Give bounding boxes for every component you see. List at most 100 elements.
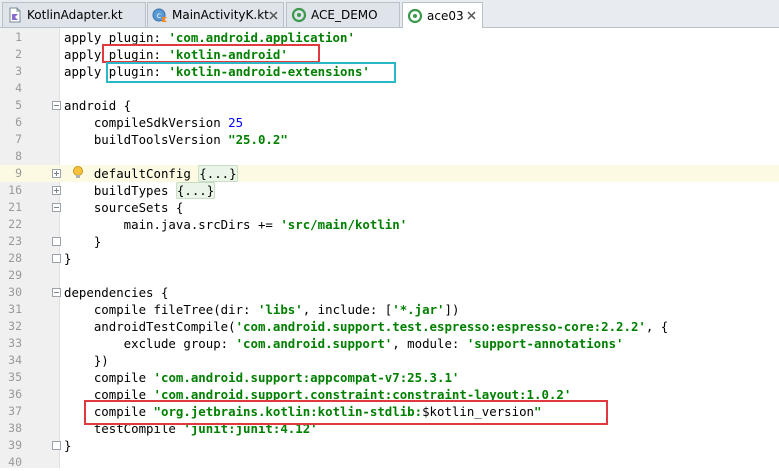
line-number: 33 bbox=[8, 336, 22, 350]
code-text: android { bbox=[64, 97, 131, 114]
code-token: ]) bbox=[444, 302, 460, 317]
code-line[interactable]: 21 sourceSets { bbox=[0, 199, 779, 216]
line-number: 4 bbox=[15, 81, 22, 95]
highlight-box-kotlin-android-extensions bbox=[106, 62, 396, 83]
highlight-box-kotlin-android bbox=[102, 44, 320, 63]
line-number: 37 bbox=[8, 404, 22, 418]
code-line[interactable]: 34 }) bbox=[0, 352, 779, 369]
line-number: 32 bbox=[8, 319, 22, 333]
code-token: exclude group: bbox=[64, 336, 236, 351]
code-line[interactable]: 16 buildTypes {...} bbox=[0, 182, 779, 199]
line-number: 31 bbox=[8, 302, 22, 316]
code-token: } bbox=[64, 438, 72, 453]
code-text: } bbox=[64, 250, 71, 267]
tab-ace-demo[interactable]: ACE_DEMO bbox=[286, 2, 400, 27]
code-line[interactable]: 39} bbox=[0, 437, 779, 454]
kotlin-file-icon bbox=[9, 7, 21, 23]
code-token: defaultConfig bbox=[64, 166, 199, 181]
tab-label: MainActivityK.kt bbox=[172, 8, 269, 22]
code-line[interactable]: 6 compileSdkVersion 25 bbox=[0, 114, 779, 131]
android-module-icon bbox=[291, 7, 307, 23]
code-text: buildTypes {...} bbox=[64, 182, 216, 199]
code-token: } bbox=[64, 234, 102, 249]
code-token: '*.jar' bbox=[392, 302, 445, 317]
code-text: dependencies { bbox=[64, 284, 168, 301]
highlight-box-kotlin-stdlib bbox=[84, 400, 608, 425]
line-number: 22 bbox=[8, 217, 22, 231]
code-token: 'com.android.support' bbox=[235, 336, 393, 351]
line-number: 21 bbox=[8, 200, 22, 214]
line-number: 23 bbox=[8, 234, 22, 248]
tab-ace03[interactable]: ace03 bbox=[402, 2, 483, 28]
svg-text:c: c bbox=[157, 11, 161, 20]
collapse-fold-icon[interactable] bbox=[52, 237, 61, 246]
tab-label: ACE_DEMO bbox=[311, 8, 378, 22]
code-line[interactable]: 22 main.java.srcDirs += 'src/main/kotlin… bbox=[0, 216, 779, 233]
code-line[interactable]: 29 bbox=[0, 267, 779, 284]
code-token: {...} bbox=[175, 182, 216, 199]
code-text: compile fileTree(dir: 'libs', include: [… bbox=[64, 301, 460, 318]
code-line[interactable]: 31 compile fileTree(dir: 'libs', include… bbox=[0, 301, 779, 318]
code-token: }) bbox=[64, 353, 109, 368]
kotlin-class-icon: c bbox=[152, 8, 167, 22]
code-token: dependencies { bbox=[64, 285, 169, 300]
code-text: androidTestCompile('com.android.support.… bbox=[64, 318, 668, 335]
tab-label: KotlinAdapter.kt bbox=[27, 8, 123, 22]
code-token: 'com.android.application' bbox=[168, 30, 355, 45]
expand-fold-icon[interactable] bbox=[52, 169, 61, 178]
code-token: , include: [ bbox=[302, 302, 393, 317]
code-token: } bbox=[64, 251, 72, 266]
code-line[interactable]: 9 defaultConfig {...} bbox=[0, 165, 779, 182]
line-number: 28 bbox=[8, 251, 22, 265]
collapse-fold-icon[interactable] bbox=[52, 441, 61, 450]
code-text: compile 'com.android.support:appcompat-v… bbox=[64, 369, 460, 386]
code-token: androidTestCompile( bbox=[64, 319, 236, 334]
line-number: 29 bbox=[8, 268, 22, 282]
android-module-icon bbox=[407, 8, 423, 23]
code-token: main.java.srcDirs += bbox=[64, 217, 281, 232]
line-number: 8 bbox=[15, 149, 22, 163]
code-line[interactable]: 30 dependencies { bbox=[0, 284, 779, 301]
code-text: exclude group: 'com.android.support', mo… bbox=[64, 335, 624, 352]
code-line[interactable]: 23 } bbox=[0, 233, 779, 250]
close-icon[interactable] bbox=[269, 8, 279, 22]
code-line[interactable]: 28} bbox=[0, 250, 779, 267]
code-text: defaultConfig {...} bbox=[64, 165, 238, 182]
line-number: 40 bbox=[8, 455, 22, 469]
code-text: main.java.srcDirs += 'src/main/kotlin' bbox=[64, 216, 408, 233]
code-line[interactable]: 35 compile 'com.android.support:appcompa… bbox=[0, 369, 779, 386]
line-number: 1 bbox=[15, 30, 22, 44]
code-token: apply plugin: bbox=[64, 30, 169, 45]
collapse-fold-icon[interactable] bbox=[52, 203, 61, 212]
code-line[interactable]: 40 bbox=[0, 454, 779, 471]
line-number: 36 bbox=[8, 387, 22, 401]
collapse-fold-icon[interactable] bbox=[52, 254, 61, 263]
line-number: 6 bbox=[15, 115, 22, 129]
code-token: 'com.android.support:appcompat-v7:25.3.1… bbox=[153, 370, 460, 385]
code-token: 'src/main/kotlin' bbox=[280, 217, 408, 232]
close-icon[interactable] bbox=[464, 9, 478, 23]
code-line[interactable]: 7 buildToolsVersion "25.0.2" bbox=[0, 131, 779, 148]
collapse-fold-icon[interactable] bbox=[52, 101, 61, 110]
code-line[interactable]: 32 androidTestCompile('com.android.suppo… bbox=[0, 318, 779, 335]
tab-label: ace03 bbox=[427, 8, 464, 23]
code-line[interactable]: 5 android { bbox=[0, 97, 779, 114]
code-token: buildToolsVersion bbox=[64, 132, 229, 147]
code-text: } bbox=[64, 233, 101, 250]
code-token: 'support-annotations' bbox=[466, 336, 624, 351]
code-text: sourceSets { bbox=[64, 199, 184, 216]
code-line[interactable]: 8 bbox=[0, 148, 779, 165]
code-token: 'com.android.support.test.espresso:espre… bbox=[235, 319, 646, 334]
code-token: apply bbox=[64, 64, 109, 79]
tab-mainactivityk[interactable]: c MainActivityK.kt bbox=[147, 2, 284, 27]
code-token: "25.0.2" bbox=[228, 132, 288, 147]
tab-kotlinadapter[interactable]: KotlinAdapter.kt bbox=[2, 2, 146, 27]
line-number: 30 bbox=[8, 285, 22, 299]
editor-tab-bar: KotlinAdapter.kt c MainActivityK.kt ACE_… bbox=[0, 0, 779, 28]
code-line[interactable]: 33 exclude group: 'com.android.support',… bbox=[0, 335, 779, 352]
code-text: buildToolsVersion "25.0.2" bbox=[64, 131, 288, 148]
line-number: 2 bbox=[15, 47, 22, 61]
collapse-fold-icon[interactable] bbox=[52, 288, 61, 297]
expand-fold-icon[interactable] bbox=[52, 186, 61, 195]
code-token: compile bbox=[64, 370, 154, 385]
